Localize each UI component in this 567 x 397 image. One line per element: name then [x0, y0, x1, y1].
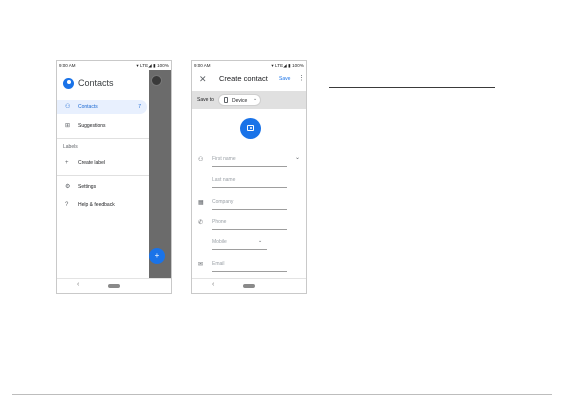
- save-to-label: Save to: [197, 97, 214, 103]
- camera-icon: [247, 125, 254, 131]
- person-icon: ⚇: [65, 104, 71, 110]
- drawer-item-help[interactable]: ? Help & feedback: [57, 198, 147, 212]
- drawer-item-create-label[interactable]: + Create label: [57, 156, 147, 170]
- company-field[interactable]: Company: [212, 199, 287, 210]
- plus-icon: +: [65, 160, 69, 166]
- back-icon[interactable]: ‹: [212, 281, 214, 288]
- page-bottom-rule: [12, 394, 552, 395]
- status-bar: 9:00 AM ▾ LTE◢ ▮ 100%: [192, 61, 306, 70]
- battery-level: 100%: [157, 63, 169, 68]
- status-time: 9:00 AM: [194, 63, 211, 68]
- drawer-item-label: Create label: [78, 160, 105, 166]
- contacts-count: 7: [138, 104, 141, 110]
- battery-level: 100%: [292, 63, 304, 68]
- page-title: Create contact: [219, 74, 268, 83]
- gear-icon: ⚙: [65, 184, 71, 190]
- suggestions-icon: ⊞: [65, 123, 71, 129]
- add-photo-button[interactable]: [240, 118, 261, 139]
- status-time: 9:00 AM: [59, 63, 76, 68]
- add-contact-fab[interactable]: +: [149, 248, 165, 264]
- save-to-value: Device: [232, 97, 248, 104]
- drawer-item-label: Contacts: [78, 104, 98, 110]
- company-icon: ▦: [198, 200, 204, 206]
- email-icon: ✉: [198, 262, 204, 268]
- last-name-field[interactable]: Last name: [212, 177, 287, 188]
- status-indicators: ▾ LTE◢ ▮ 100%: [271, 63, 304, 68]
- phone-drawer-screenshot: 9:00 AM ▾ LTE◢ ▮ 100% + Contacts ⚇ Conta…: [56, 60, 172, 294]
- drawer-item-label: Suggestions: [78, 123, 106, 129]
- phone-icon: ✆: [198, 220, 204, 226]
- phone-field[interactable]: Phone: [212, 219, 287, 230]
- divider: [57, 175, 149, 176]
- home-pill[interactable]: [243, 284, 255, 288]
- help-icon: ?: [65, 202, 69, 208]
- email-field[interactable]: Email: [212, 261, 287, 272]
- home-pill[interactable]: [108, 284, 120, 288]
- phone-create-contact-screenshot: 9:00 AM ▾ LTE◢ ▮ 100% ✕ Create contact S…: [191, 60, 307, 294]
- back-icon[interactable]: ‹: [77, 281, 79, 288]
- drawer-scrim[interactable]: [149, 70, 171, 278]
- first-name-field[interactable]: First name: [212, 156, 287, 167]
- drawer-item-contacts[interactable]: ⚇ Contacts 7: [57, 100, 147, 114]
- chevron-down-icon: ⌄: [253, 96, 258, 102]
- drawer-item-label: Settings: [78, 184, 97, 190]
- close-icon[interactable]: ✕: [199, 74, 207, 85]
- labels-header: Labels: [63, 144, 78, 150]
- contacts-logo-icon: [63, 78, 74, 89]
- expand-name-icon[interactable]: ⌄: [295, 154, 300, 161]
- save-to-bar: Save to Device ⌄: [192, 91, 306, 109]
- drawer-item-suggestions[interactable]: ⊞ Suggestions: [57, 119, 147, 133]
- drawer-title: Contacts: [78, 78, 114, 88]
- system-nav-bar: ‹: [192, 278, 306, 293]
- save-button[interactable]: Save: [279, 76, 290, 82]
- drawer-item-label: Help & feedback: [78, 202, 115, 208]
- divider: [57, 138, 149, 139]
- drawer-item-settings[interactable]: ⚙ Settings: [57, 180, 147, 194]
- person-icon: ⚇: [198, 157, 204, 163]
- more-options-icon[interactable]: ⋮: [298, 74, 305, 82]
- caption-underline: [329, 87, 495, 88]
- device-icon: [224, 97, 228, 103]
- status-indicators: ▾ LTE◢ ▮ 100%: [136, 63, 169, 68]
- status-bar: 9:00 AM ▾ LTE◢ ▮ 100%: [57, 61, 171, 70]
- chevron-down-icon: ⌄: [258, 238, 263, 244]
- save-to-dropdown[interactable]: Device ⌄: [218, 94, 261, 106]
- avatar[interactable]: [151, 75, 162, 86]
- system-nav-bar: ‹: [57, 278, 171, 293]
- navigation-drawer: Contacts ⚇ Contacts 7 ⊞ Suggestions Labe…: [57, 70, 149, 278]
